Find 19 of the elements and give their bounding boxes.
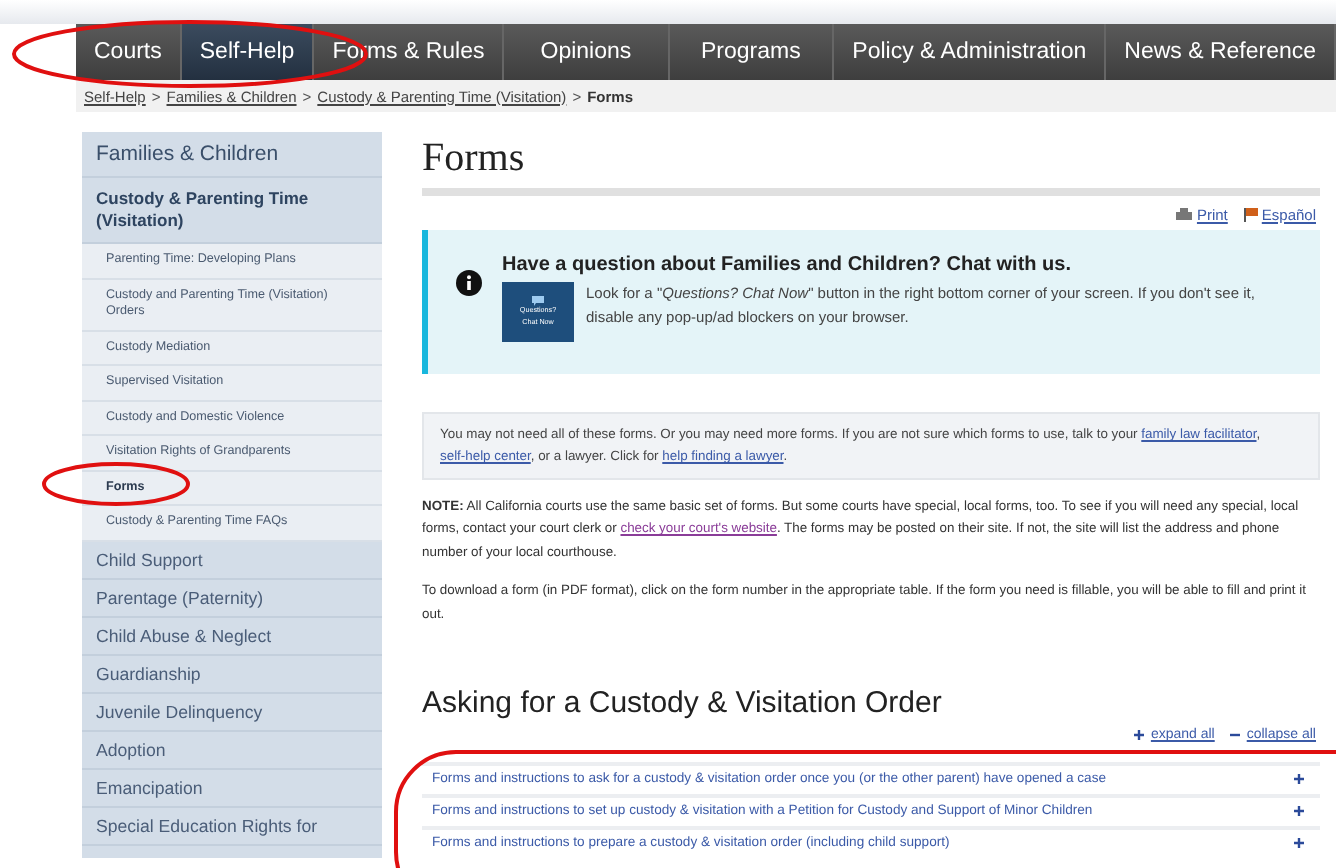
sidebar-item[interactable]: Child Abuse & Neglect: [82, 617, 382, 655]
minus-icon: [1230, 730, 1241, 741]
section-heading: Asking for a Custody & Visitation Order: [422, 686, 944, 721]
sidebar-item[interactable]: Adoption: [82, 731, 382, 769]
sidebar-item[interactable]: Guardianship: [82, 655, 382, 693]
sidebar-heading[interactable]: Families & Children: [82, 132, 382, 178]
sidebar-item[interactable]: Child Support: [82, 541, 382, 579]
nav-tab[interactable]: Self-Help: [181, 24, 315, 80]
sidebar-item[interactable]: Special Education Rights for: [82, 807, 382, 845]
plus-icon: [1134, 730, 1145, 741]
flag-icon: [1243, 208, 1258, 222]
sidebar-item[interactable]: Parentage (Paternity): [82, 579, 382, 617]
sidebar-item[interactable]: Emancipation: [82, 769, 382, 807]
sidebar-item[interactable]: Juvenile Delinquency: [82, 693, 382, 731]
printer-icon: [1176, 208, 1193, 222]
page-title: Forms: [422, 134, 527, 184]
info-icon: [456, 270, 482, 296]
chat-heading: Have a question about Families and Children? Chat with us.: [502, 254, 1073, 276]
chat-bubble-icon: [532, 295, 544, 306]
